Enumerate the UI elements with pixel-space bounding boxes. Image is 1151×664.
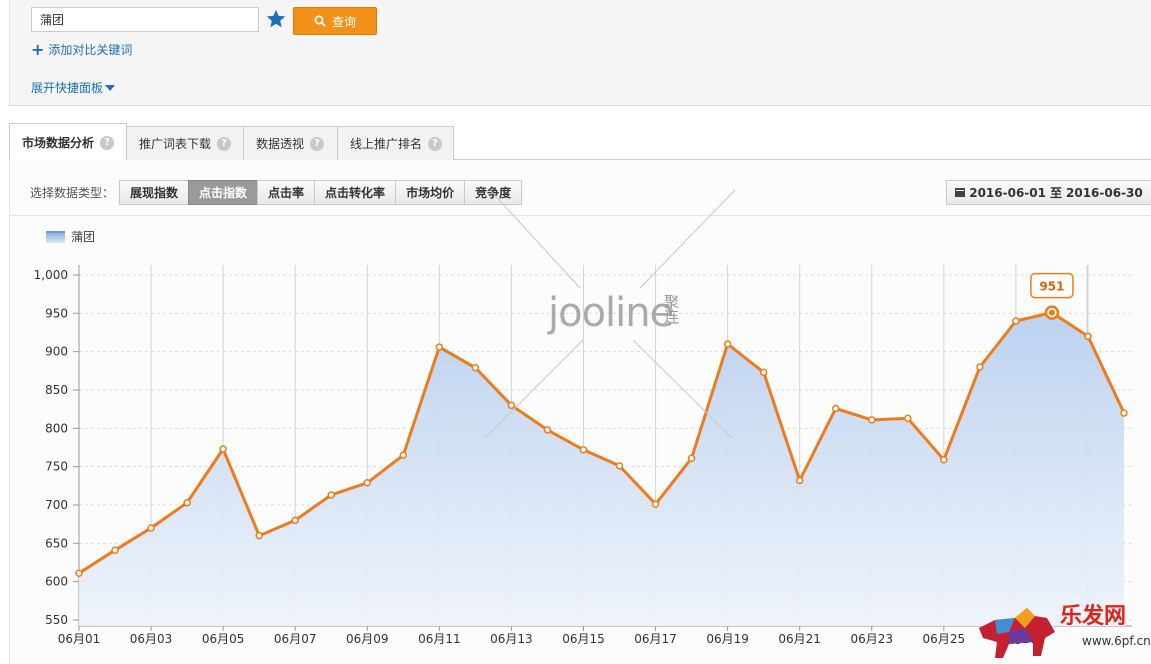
data-point bbox=[75, 569, 83, 577]
data-point bbox=[327, 491, 335, 499]
data-point bbox=[255, 531, 263, 540]
data-point bbox=[795, 476, 804, 485]
y-tick-label: 700 bbox=[45, 498, 68, 512]
x-tick-label: 06月07 bbox=[274, 632, 317, 646]
data-point bbox=[615, 462, 624, 470]
y-tick-label: 600 bbox=[45, 575, 68, 589]
x-tick-label: 06月19 bbox=[706, 632, 749, 646]
x-tick-label: 06月25 bbox=[923, 632, 966, 646]
y-tick-label: 750 bbox=[45, 460, 68, 474]
data-point bbox=[1120, 409, 1128, 417]
y-tick-label: 800 bbox=[45, 421, 68, 435]
data-point bbox=[543, 426, 552, 434]
y-tick-label: 850 bbox=[45, 383, 68, 397]
data-point bbox=[687, 454, 696, 462]
x-tick-label: 06月05 bbox=[202, 632, 245, 646]
data-point bbox=[219, 445, 227, 453]
x-tick-label: 06月17 bbox=[634, 632, 677, 646]
corner-logo-text: 乐发网 bbox=[1060, 603, 1127, 629]
y-tick-label: 650 bbox=[45, 536, 68, 550]
x-tick-label: 06月21 bbox=[778, 632, 821, 646]
y-tick-label: 1,000 bbox=[34, 268, 68, 282]
data-point bbox=[1084, 332, 1092, 341]
series-area bbox=[79, 312, 1124, 626]
data-point bbox=[471, 364, 480, 372]
data-point bbox=[291, 516, 299, 525]
data-point bbox=[363, 479, 372, 487]
data-point bbox=[147, 524, 155, 532]
data-point bbox=[435, 343, 444, 351]
data-point bbox=[759, 368, 768, 377]
watermark-line bbox=[639, 189, 736, 289]
data-point bbox=[111, 546, 119, 554]
y-tick-label: 950 bbox=[45, 306, 68, 320]
tooltip-value: 951 bbox=[1039, 280, 1064, 294]
x-tick-label: 06月03 bbox=[130, 632, 173, 646]
x-tick-label: 06月13 bbox=[490, 632, 533, 646]
x-tick-label: 06月15 bbox=[562, 632, 605, 646]
data-point bbox=[940, 456, 948, 464]
x-tick-label: 06月11 bbox=[418, 632, 461, 646]
data-point bbox=[183, 498, 191, 507]
data-point bbox=[904, 414, 912, 423]
data-point bbox=[399, 451, 408, 459]
data-point bbox=[723, 340, 732, 348]
y-tick-label: 900 bbox=[45, 345, 68, 359]
watermark-brand: jooline bbox=[548, 290, 674, 336]
data-point bbox=[1012, 317, 1020, 325]
x-tick-label: 06月01 bbox=[58, 632, 101, 646]
x-tick-label: 06月23 bbox=[850, 632, 893, 646]
data-point bbox=[831, 404, 840, 413]
x-tick-label: 06月09 bbox=[346, 632, 389, 646]
data-point bbox=[579, 446, 588, 454]
data-point bbox=[868, 416, 876, 424]
watermark-line bbox=[489, 189, 581, 289]
data-point bbox=[651, 500, 660, 508]
data-point bbox=[976, 363, 984, 371]
watermark-side: 聚连 bbox=[662, 294, 680, 324]
data-point-highlight bbox=[1048, 309, 1055, 316]
data-point bbox=[507, 401, 516, 410]
corner-logo-url: www.6pf.cn bbox=[1082, 634, 1151, 648]
y-tick-label: 550 bbox=[45, 613, 68, 627]
